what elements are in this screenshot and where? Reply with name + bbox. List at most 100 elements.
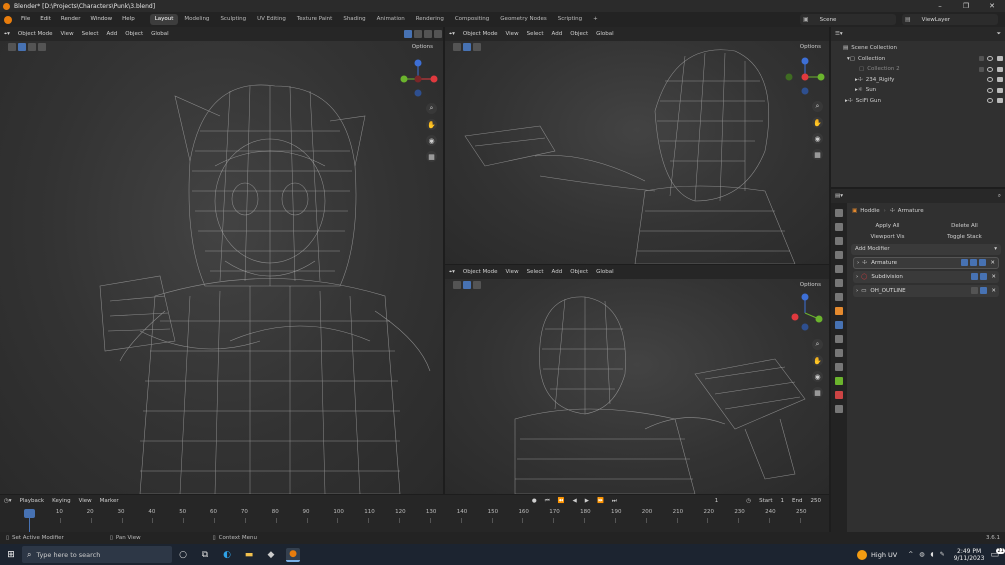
editor-type-icon[interactable]: ⌖▾ — [445, 269, 459, 276]
tray-chevron-icon[interactable]: ^ — [908, 551, 913, 558]
world-tab-icon[interactable] — [835, 279, 843, 287]
output-tab-icon[interactable] — [835, 237, 843, 245]
windows-start-icon[interactable]: ⊞ — [4, 548, 18, 562]
tab-shading[interactable]: Shading — [338, 14, 370, 25]
viewport-toggle-icon[interactable] — [971, 273, 979, 280]
menu-select[interactable]: Select — [523, 31, 548, 37]
scene-tab-icon[interactable] — [835, 265, 843, 273]
checkbox-icon[interactable] — [979, 56, 984, 62]
edit-mode-toggle-icon[interactable] — [961, 259, 969, 266]
viewport-bottom-right[interactable]: ⌖▾ Object Mode View Select Add Object Gl… — [445, 265, 829, 494]
menu-help[interactable]: Help — [117, 12, 140, 27]
menu-object[interactable]: Object — [566, 31, 592, 37]
material-tab-icon[interactable] — [835, 391, 843, 399]
outliner-item-collection[interactable]: ▾▢ Collection — [831, 54, 1005, 65]
view-layer-selector[interactable]: ▤ ViewLayer — [902, 14, 998, 25]
eye-icon[interactable] — [987, 56, 993, 62]
menu-edit[interactable]: Edit — [35, 12, 56, 27]
viewport-canvas[interactable]: Options ⌕ ✋ ◉ ▦ — [445, 279, 829, 494]
camera-render-icon[interactable] — [997, 56, 1003, 62]
navigation-gizmo[interactable] — [785, 293, 825, 333]
blender-menu-icon[interactable] — [4, 15, 12, 24]
menu-add[interactable]: Add — [103, 31, 122, 37]
tab-animation[interactable]: Animation — [372, 14, 410, 25]
notification-center-icon[interactable]: ▭ 21 — [990, 547, 1005, 560]
outliner-editor-icon[interactable]: ☰▾ — [831, 31, 847, 37]
close-icon[interactable]: ✕ — [979, 0, 1005, 12]
orientation-dropdown[interactable]: Global — [592, 31, 618, 37]
editor-type-icon[interactable]: ⌖▾ — [0, 31, 14, 38]
solid-shading-icon[interactable] — [414, 30, 422, 38]
clock[interactable]: 2:49 PM 9/11/2023 — [954, 548, 985, 562]
navigation-gizmo[interactable] — [785, 57, 825, 97]
navigation-gizmo[interactable] — [398, 59, 438, 99]
viewport-toggle-icon[interactable] — [970, 259, 978, 266]
zoom-icon[interactable]: ⌕ — [426, 103, 437, 114]
pan-icon[interactable]: ✋ — [812, 355, 823, 366]
render-toggle-icon[interactable] — [980, 287, 988, 294]
camera-render-icon[interactable] — [997, 77, 1003, 83]
menu-window[interactable]: Window — [85, 12, 117, 27]
collection-tab-icon[interactable] — [835, 293, 843, 301]
maximize-icon[interactable]: ❐ — [953, 0, 979, 12]
grid-icon[interactable]: ▦ — [812, 149, 823, 160]
tab-rendering[interactable]: Rendering — [411, 14, 449, 25]
properties-editor-icon[interactable]: ▤▾ — [831, 193, 847, 199]
volume-icon[interactable]: ◖ — [931, 551, 934, 558]
modifier-armature[interactable]: › ☩ Armature ✕ — [853, 256, 999, 269]
tool-tab-icon[interactable] — [835, 209, 843, 217]
tab-texture-paint[interactable]: Texture Paint — [292, 14, 338, 25]
menu-object[interactable]: Object — [566, 269, 592, 275]
wireframe-shading-icon[interactable] — [404, 30, 412, 38]
view-layer-tab-icon[interactable] — [835, 251, 843, 259]
apply-all-button[interactable]: Apply All — [849, 223, 926, 229]
filter-icon[interactable]: ⏷ — [993, 31, 1005, 38]
outliner-item-rigify[interactable]: ▸☩ 234_Rigify — [831, 75, 1005, 86]
checkbox-icon[interactable] — [979, 66, 984, 72]
camera-render-icon[interactable] — [997, 66, 1003, 72]
tab-compositing[interactable]: Compositing — [450, 14, 494, 25]
task-view-icon[interactable]: ⧉ — [198, 548, 212, 562]
network-icon[interactable]: ◍ — [919, 551, 924, 558]
viewport-left[interactable]: ⌖▾ Object Mode View Select Add Object Gl… — [0, 27, 443, 494]
outliner-item-scene-collection[interactable]: ▤ Scene Collection — [831, 43, 1005, 54]
minimize-icon[interactable]: – — [927, 0, 953, 12]
camera-render-icon[interactable] — [997, 98, 1003, 104]
pan-icon[interactable]: ✋ — [426, 119, 437, 130]
menu-view[interactable]: View — [502, 269, 523, 275]
render-toggle-icon[interactable] — [979, 259, 987, 266]
orientation-dropdown[interactable]: Global — [147, 31, 173, 37]
tab-geometry-nodes[interactable]: Geometry Nodes — [495, 14, 551, 25]
mode-dropdown[interactable]: Object Mode — [14, 31, 57, 37]
toggle-stack-button[interactable]: Toggle Stack — [926, 234, 1003, 240]
expand-chevron-icon[interactable]: › — [856, 288, 858, 294]
data-tab-icon[interactable] — [835, 377, 843, 385]
menu-render[interactable]: Render — [56, 12, 86, 27]
viewport-top-right[interactable]: ⌖▾ Object Mode View Select Add Object Gl… — [445, 27, 829, 264]
weather-widget[interactable]: High UV — [857, 549, 897, 560]
delete-all-button[interactable]: Delete All — [926, 223, 1003, 229]
scene-selector[interactable]: ▣ Scene — [800, 14, 896, 25]
delete-modifier-icon[interactable]: ✕ — [991, 274, 996, 280]
eye-icon[interactable] — [987, 77, 993, 83]
grid-icon[interactable]: ▦ — [426, 151, 437, 162]
outliner-item-collection-2[interactable]: ▢ Collection 2 — [831, 64, 1005, 75]
particles-tab-icon[interactable] — [835, 335, 843, 343]
tab-layout[interactable]: Layout — [149, 14, 179, 25]
mode-dropdown[interactable]: Object Mode — [459, 269, 502, 275]
delete-modifier-icon[interactable]: ✕ — [991, 288, 996, 294]
modifier-subdivision[interactable]: › ◯ Subdivision ✕ — [853, 270, 999, 283]
camera-icon[interactable]: ◉ — [812, 371, 823, 382]
blender-taskbar-icon[interactable]: ● — [286, 547, 300, 562]
mode-dropdown[interactable]: Object Mode — [459, 31, 502, 37]
eye-icon[interactable] — [987, 98, 993, 104]
frame-ruler[interactable]: 1102030405060708090100110120130140150160… — [0, 495, 829, 532]
menu-add[interactable]: Add — [548, 269, 567, 275]
pan-icon[interactable]: ✋ — [812, 117, 823, 128]
expand-chevron-icon[interactable]: › — [856, 274, 858, 280]
menu-view[interactable]: View — [502, 31, 523, 37]
menu-select[interactable]: Select — [523, 269, 548, 275]
modifier-tab-icon[interactable] — [835, 321, 843, 329]
editor-type-icon[interactable]: ⌖▾ — [445, 31, 459, 38]
grid-icon[interactable]: ▦ — [812, 387, 823, 398]
